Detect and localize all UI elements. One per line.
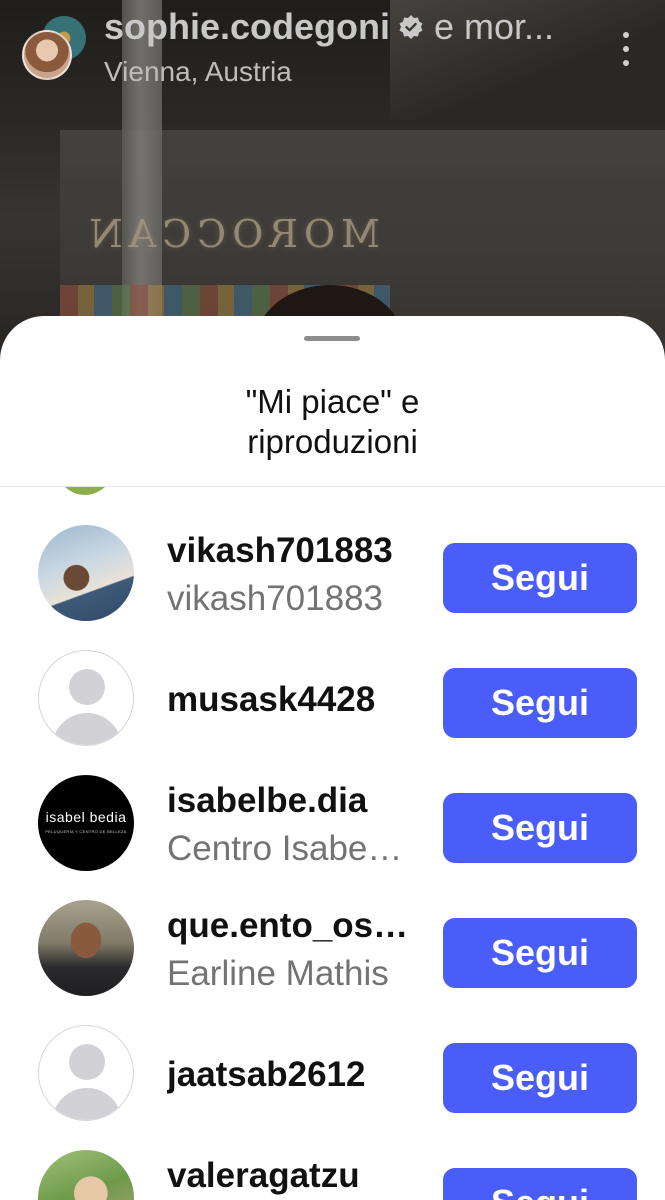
list-item[interactable]: musask4428 Segui — [0, 632, 665, 757]
follow-button[interactable]: Segui — [443, 793, 637, 863]
avatar[interactable] — [38, 900, 134, 996]
story-viewer: MOROCCAN sophie.codegoni e mor... Vienna… — [0, 0, 665, 1200]
follow-button[interactable]: Segui — [443, 543, 637, 613]
story-collaborators-text: e mor... — [434, 6, 555, 47]
sheet-title-line1: "Mi piace" e — [245, 383, 420, 420]
avatar-head-shape — [69, 669, 105, 705]
user-names[interactable]: jaatsab2612 — [167, 1051, 422, 1099]
avatar[interactable] — [38, 1150, 134, 1200]
follow-button[interactable]: Segui — [443, 668, 637, 738]
partial-avatar — [54, 487, 116, 495]
story-location[interactable]: Vienna, Austria — [104, 56, 292, 88]
story-background-photo: MOROCCAN — [0, 0, 665, 360]
list-item[interactable]: valeragatzu Segui — [0, 1132, 665, 1200]
sheet-drag-handle[interactable] — [304, 336, 360, 341]
story-author-username: sophie.codegoni — [104, 6, 391, 47]
list-item[interactable]: vikash701883 vikash701883 Segui — [0, 507, 665, 632]
default-avatar-icon[interactable] — [38, 1025, 134, 1121]
story-author-name-row[interactable]: sophie.codegoni e mor... — [104, 6, 584, 48]
user-names[interactable]: valeragatzu — [167, 1152, 422, 1200]
avatar-logo-text: isabel bedia — [45, 809, 127, 825]
avatar[interactable]: isabel bedia PELUQUERÍA Y CENTRO DE BELL… — [38, 775, 134, 871]
full-name: vikash701883 — [167, 579, 383, 618]
kebab-dot — [623, 46, 629, 52]
username: valeragatzu — [167, 1156, 360, 1195]
list-item[interactable]: jaatsab2612 Segui — [0, 1007, 665, 1132]
sheet-title-line2: riproduzioni — [247, 423, 418, 460]
kebab-dot — [623, 32, 629, 38]
avatar-logo-subtext: PELUQUERÍA Y CENTRO DE BELLEZA — [45, 829, 127, 834]
full-name: Centro Isabe… — [167, 829, 403, 868]
more-options-icon[interactable] — [616, 32, 636, 66]
avatar-body-shape — [52, 713, 122, 745]
user-names[interactable]: isabelbe.dia Centro Isabe… — [167, 777, 422, 873]
username: jaatsab2612 — [167, 1055, 366, 1094]
follow-button[interactable]: Segui — [443, 918, 637, 988]
username: que.ento_os… — [167, 906, 409, 945]
full-name: Earline Mathis — [167, 954, 389, 993]
author-avatar — [22, 30, 72, 80]
likes-list[interactable]: vikash701883 vikash701883 Segui musask44… — [0, 487, 665, 1200]
avatar[interactable] — [38, 525, 134, 621]
username: isabelbe.dia — [167, 781, 368, 820]
likes-bottom-sheet: "Mi piace" e riproduzioni vikash701883 v… — [0, 316, 665, 1200]
verified-badge-icon — [399, 15, 423, 39]
avatar-body-shape — [52, 1088, 122, 1120]
user-names[interactable]: musask4428 — [167, 676, 422, 724]
kebab-dot — [623, 60, 629, 66]
background-dim-overlay — [0, 0, 665, 360]
story-author-avatars[interactable] — [22, 16, 88, 82]
username: vikash701883 — [167, 531, 393, 570]
follow-button[interactable]: Segui — [443, 1043, 637, 1113]
follow-button[interactable]: Segui — [443, 1168, 637, 1200]
username: musask4428 — [167, 680, 376, 719]
user-names[interactable]: que.ento_os… Earline Mathis — [167, 902, 422, 998]
list-item[interactable]: isabel bedia PELUQUERÍA Y CENTRO DE BELL… — [0, 757, 665, 882]
default-avatar-icon[interactable] — [38, 650, 134, 746]
sheet-title: "Mi piace" e riproduzioni — [0, 382, 665, 462]
avatar-head-shape — [69, 1044, 105, 1080]
user-names[interactable]: vikash701883 vikash701883 — [167, 527, 422, 623]
list-item[interactable]: que.ento_os… Earline Mathis Segui — [0, 882, 665, 1007]
